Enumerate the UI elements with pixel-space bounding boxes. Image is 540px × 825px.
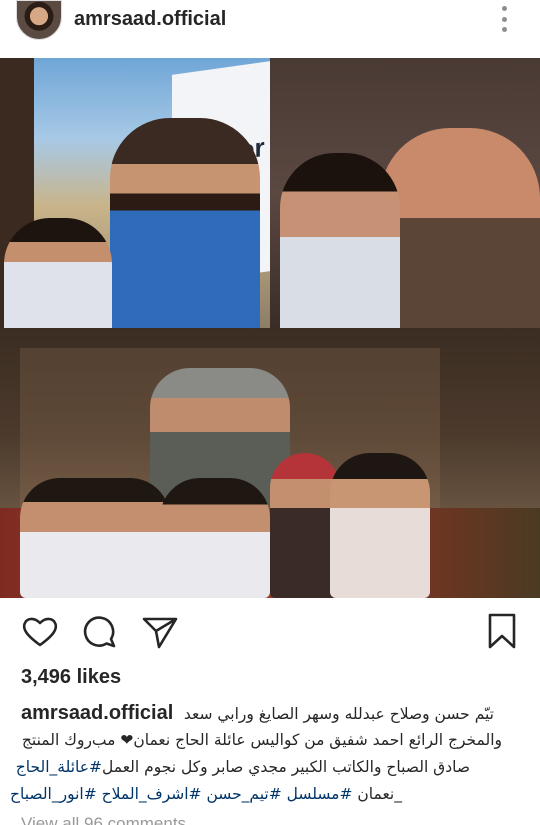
- more-options-icon[interactable]: [494, 6, 514, 32]
- post-photo[interactable]: flicker: [0, 58, 540, 598]
- caption-line-4-text: _نعمان: [357, 785, 402, 803]
- photo-panel-top-right: [270, 58, 540, 328]
- hashtag-list[interactable]: #مسلسل #تيم_حسن #اشرف_الملاح #انور_الصبا…: [10, 785, 352, 803]
- save-bookmark-icon[interactable]: [482, 612, 522, 652]
- post-username[interactable]: amrsaad.official: [74, 8, 226, 31]
- post-actions: [0, 612, 540, 656]
- caption-line-4: _نعمان #مسلسل #تيم_حسن #اشرف_الملاح #انو…: [10, 784, 402, 804]
- comment-icon[interactable]: [80, 612, 120, 652]
- photo-panel-bottom: [0, 328, 540, 598]
- caption-line-3: صادق الصباح والكاتب الكبير مجدي صابر وكل…: [16, 757, 470, 777]
- view-all-comments-link[interactable]: View all 96 comments: [21, 814, 186, 825]
- likes-count[interactable]: 3,496 likes: [21, 666, 121, 689]
- profile-avatar[interactable]: [16, 0, 62, 40]
- caption-line-1: تيّم حسن وصلاح عبدلله وسهر الصايغ ورابي …: [183, 705, 494, 723]
- share-icon[interactable]: [140, 612, 180, 652]
- post-header: amrsaad.official: [0, 0, 540, 40]
- photo-panel-top-left: flicker: [0, 58, 270, 328]
- caption-line-3-text: صادق الصباح والكاتب الكبير مجدي صابر وكل…: [102, 758, 470, 776]
- caption-username[interactable]: amrsaad.official: [21, 702, 173, 725]
- caption-line-2: والمخرج الرائع احمد شفيق من كواليس عائلة…: [21, 731, 502, 749]
- hashtag-family[interactable]: #عائلة_الحاج: [16, 758, 102, 776]
- like-icon[interactable]: [20, 612, 60, 652]
